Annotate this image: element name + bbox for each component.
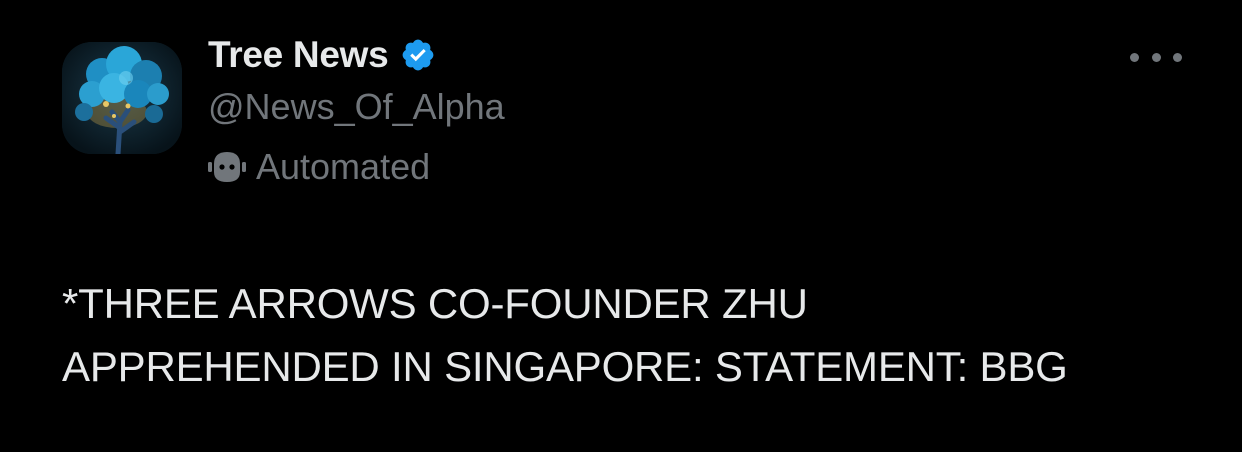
tweet: Tree News @News_Of_Alpha Automated *THRE… <box>0 0 1242 452</box>
tweet-text: *THREE ARROWS CO-FOUNDER ZHU APPREHENDED… <box>62 272 1212 398</box>
bot-icon <box>208 150 246 184</box>
verified-badge-icon[interactable] <box>400 37 436 73</box>
more-options-button[interactable] <box>1130 40 1182 74</box>
more-options-dot <box>1151 52 1161 62</box>
display-name[interactable]: Tree News <box>208 34 389 76</box>
author-info: Tree News @News_Of_Alpha Automated <box>208 32 505 190</box>
more-options-icon <box>1130 52 1139 62</box>
handle[interactable]: @News_Of_Alpha <box>208 84 505 130</box>
automated-label-row: Automated <box>208 144 505 190</box>
tweet-text-line: APPREHENDED IN SINGAPORE: STATEMENT: BBG <box>62 343 1068 390</box>
tweet-text-line: *THREE ARROWS CO-FOUNDER ZHU <box>62 280 808 327</box>
automated-label: Automated <box>256 146 431 187</box>
name-row: Tree News <box>208 32 505 78</box>
tree-avatar-icon <box>62 42 182 154</box>
more-options-dot <box>1173 52 1182 62</box>
avatar[interactable] <box>62 42 182 154</box>
